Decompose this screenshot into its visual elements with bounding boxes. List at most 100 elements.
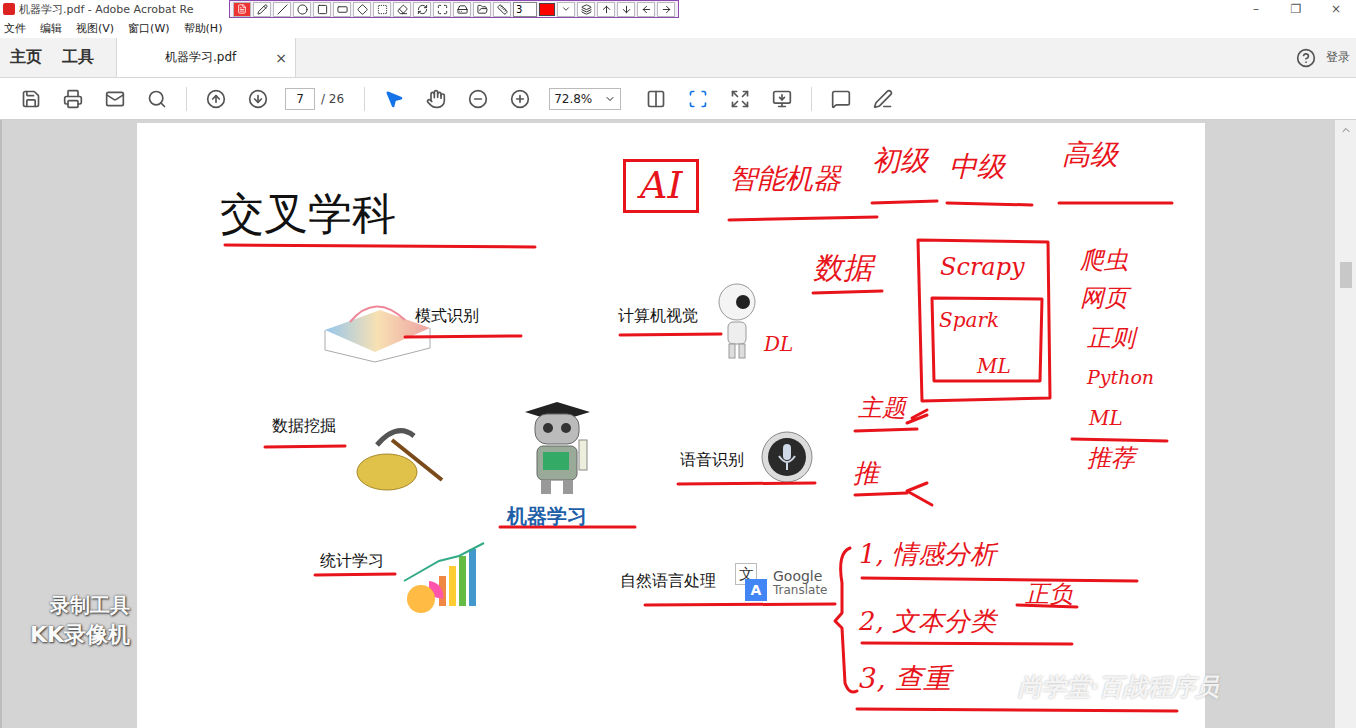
- fit-page-icon[interactable]: [677, 83, 719, 115]
- zoom-dropdown[interactable]: 72.8%: [549, 88, 621, 110]
- field-label: 计算机视觉: [618, 306, 698, 327]
- field-label: 数据挖掘: [272, 416, 336, 437]
- login-button[interactable]: 登录: [1326, 49, 1350, 66]
- color-dropdown-icon[interactable]: [557, 2, 575, 17]
- read-mode-icon[interactable]: [761, 83, 803, 115]
- stroke-width-field[interactable]: 3: [513, 2, 537, 17]
- document-tab[interactable]: 机器学习.pdf×: [116, 38, 296, 77]
- next-page-icon[interactable]: [237, 83, 279, 115]
- open-icon[interactable]: [473, 2, 491, 17]
- arrow-left-icon[interactable]: [637, 2, 655, 17]
- rectangle-icon[interactable]: [313, 2, 331, 17]
- google-translate-logo: 文AGoogleTranslate: [735, 560, 845, 606]
- zoom-out-icon[interactable]: [457, 83, 499, 115]
- handwritten-note: 2, 文本分类: [859, 607, 996, 637]
- handwritten-note: Scrapy: [940, 254, 1025, 282]
- handwritten-note: 正负: [1025, 581, 1073, 609]
- handwritten-note: DL: [764, 333, 793, 356]
- pdf-page: 交叉学科模式识别计算机视觉数据挖掘语音识别统计学习自然语言处理机器学习文AGoo…: [137, 123, 1205, 728]
- handwritten-note: 网页: [1080, 285, 1128, 313]
- camera-robot-icon: [715, 280, 760, 360]
- handwritten-note: 3, 查重: [859, 663, 951, 695]
- print-icon[interactable]: [52, 83, 94, 115]
- window-control[interactable]: ❐: [1276, 0, 1316, 18]
- eraser-icon[interactable]: [393, 2, 411, 17]
- highlight-pen-icon[interactable]: [862, 83, 904, 115]
- field-label: 语音识别: [680, 450, 744, 471]
- page-total: / 26: [321, 92, 344, 106]
- brand-watermark: 尚学堂·百战程序员: [1018, 671, 1219, 703]
- rounded-rect-icon[interactable]: [333, 2, 351, 17]
- scroll-thumb[interactable]: [1340, 262, 1352, 288]
- previous-page-icon[interactable]: [195, 83, 237, 115]
- comment-icon[interactable]: [820, 83, 862, 115]
- arrow-down-icon[interactable]: [617, 2, 635, 17]
- select-tool-icon[interactable]: [373, 83, 415, 115]
- close-tool-icon[interactable]: [233, 2, 251, 17]
- nav-tab[interactable]: 主页: [0, 38, 52, 77]
- menu-item[interactable]: 文件: [4, 21, 26, 36]
- fit-width-icon[interactable]: [635, 83, 677, 115]
- arrow-right-icon[interactable]: [657, 2, 675, 17]
- menu-item[interactable]: 窗口(W): [128, 21, 169, 36]
- handwritten-note: AI: [623, 159, 699, 213]
- pen-color-swatch[interactable]: [539, 3, 555, 16]
- help-icon[interactable]: [1296, 48, 1316, 68]
- field-picture: [352, 420, 447, 495]
- annotation-toolbar: 3: [229, 0, 679, 18]
- window-control[interactable]: ×: [1316, 0, 1356, 18]
- handwritten-note: 爬虫: [1080, 247, 1128, 275]
- field-picture: [399, 541, 489, 616]
- layers-icon[interactable]: [577, 2, 595, 17]
- handwritten-note: 1, 情感分析: [859, 540, 996, 570]
- surface-plot-icon: [320, 290, 435, 365]
- save-icon[interactable]: [453, 2, 471, 17]
- save-icon[interactable]: [10, 83, 52, 115]
- handwritten-note: 中级: [949, 151, 1005, 183]
- acrobat-window: 机器学习.pdf - Adobe Acrobat Re3–❐×文件编辑视图(V)…: [0, 0, 1356, 728]
- field-picture: [715, 280, 760, 360]
- handwritten-note: 数据: [813, 251, 873, 286]
- full-screen-icon[interactable]: [719, 83, 761, 115]
- arrow-up-icon[interactable]: [597, 2, 615, 17]
- field-picture: [320, 290, 435, 365]
- mail-icon[interactable]: [94, 83, 136, 115]
- microphone-icon: [760, 430, 815, 485]
- handwritten-note: Spark: [939, 309, 999, 332]
- document-area: 交叉学科模式识别计算机视觉数据挖掘语音识别统计学习自然语言处理机器学习文AGoo…: [0, 120, 1356, 728]
- window-control[interactable]: –: [1236, 0, 1276, 18]
- close-tab-button[interactable]: ×: [275, 50, 287, 66]
- handwritten-note: ML: [1089, 407, 1123, 430]
- hand-tool-icon[interactable]: [415, 83, 457, 115]
- ellipse-icon[interactable]: [293, 2, 311, 17]
- scrollbar[interactable]: [1335, 120, 1356, 728]
- statistics-chart-icon: [399, 541, 489, 616]
- nav-tab[interactable]: 工具: [52, 38, 104, 77]
- handwritten-note: 正则: [1087, 325, 1135, 353]
- handwritten-note: 高级: [1062, 139, 1118, 171]
- marquee-icon[interactable]: [373, 2, 391, 17]
- handwritten-note: Python: [1087, 367, 1154, 389]
- zoom-in-icon[interactable]: [499, 83, 541, 115]
- refresh-icon[interactable]: [413, 2, 431, 17]
- center-picture: [515, 400, 600, 495]
- ruler-icon[interactable]: [493, 2, 511, 17]
- line-icon[interactable]: [273, 2, 291, 17]
- slide-title: 交叉学科: [220, 185, 396, 244]
- menu-item[interactable]: 编辑: [40, 21, 62, 36]
- handwritten-note: 初级: [872, 145, 928, 177]
- gold-pickaxe-icon: [352, 420, 447, 495]
- handwritten-note: 推荐: [1087, 445, 1135, 473]
- menu-bar: 文件编辑视图(V) 窗口(W) 帮助(H): [0, 18, 1356, 38]
- pencil-icon[interactable]: [253, 2, 271, 17]
- menu-item[interactable]: 帮助(H): [184, 21, 223, 36]
- search-icon[interactable]: [136, 83, 178, 115]
- fullscreen-icon[interactable]: [433, 2, 451, 17]
- page-number-field[interactable]: 7: [285, 88, 315, 110]
- menu-item[interactable]: 视图(V): [76, 21, 114, 36]
- field-picture: [760, 430, 815, 485]
- diamond-icon[interactable]: [353, 2, 371, 17]
- title-bar: 机器学习.pdf - Adobe Acrobat Re3–❐×: [0, 0, 1356, 18]
- handwritten-note: 推: [853, 459, 879, 489]
- field-label: 自然语言处理: [620, 571, 716, 592]
